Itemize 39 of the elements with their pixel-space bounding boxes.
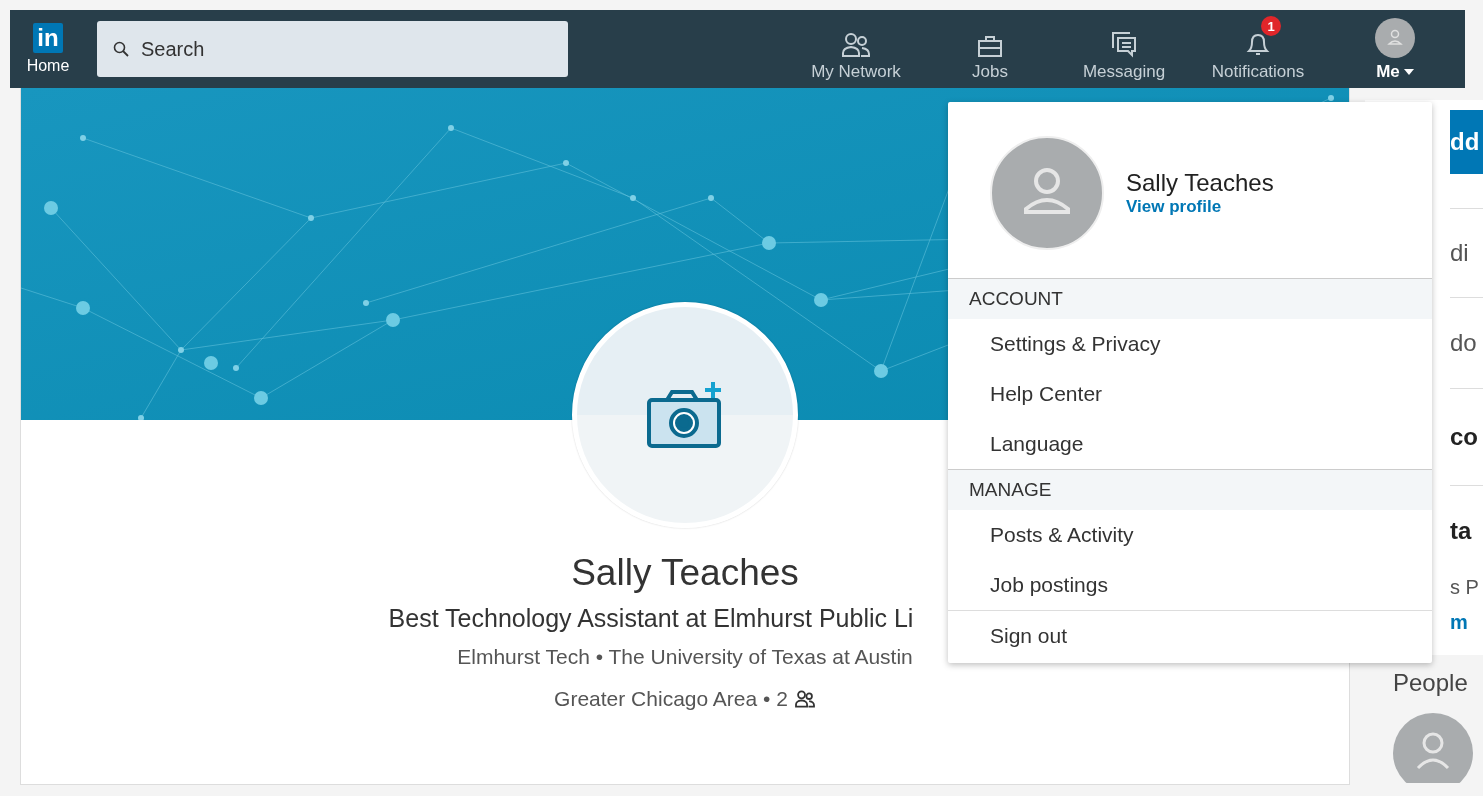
caret-icon (1403, 69, 1414, 75)
chat-icon (1110, 30, 1138, 58)
nav-item[interactable]: Me (1325, 16, 1465, 82)
menu-item[interactable]: Posts & Activity (948, 510, 1432, 560)
profile-name: Sally Teaches (571, 552, 799, 594)
avatar-icon (1393, 713, 1473, 783)
menu-item[interactable]: Job postings (948, 560, 1432, 610)
side-title: ta (1450, 485, 1483, 576)
home-link[interactable]: Home (26, 57, 70, 75)
nav-item[interactable]: Messaging (1057, 16, 1191, 82)
connections-icon[interactable] (793, 690, 816, 708)
user-name: Sally Teaches (1126, 169, 1274, 197)
profile-education: Elmhurst Tech • The University of Texas at Austin (457, 645, 913, 669)
menu-item[interactable]: Settings & Privacy (948, 319, 1432, 369)
people-icon (841, 32, 871, 58)
nav-item[interactable]: Jobs (923, 16, 1057, 82)
section-header: ACCOUNT (948, 278, 1432, 319)
avatar-icon (990, 136, 1104, 250)
view-profile-link[interactable]: View profile (1126, 197, 1222, 216)
profile-headline: Best Technology Assistant at Elmhurst Public Li (388, 604, 915, 633)
sign-out-item[interactable]: Sign out (948, 610, 1432, 661)
side-button[interactable]: dd (1450, 110, 1483, 174)
side-heading: People (1393, 669, 1469, 697)
logo-icon[interactable]: in (33, 23, 63, 53)
menu-item[interactable]: Language (948, 419, 1432, 469)
side-link[interactable]: di (1450, 208, 1483, 297)
side-text: s P (1450, 576, 1480, 599)
side-link[interactable]: do (1450, 297, 1483, 388)
notification-badge: 1 (1261, 16, 1281, 36)
nav-item[interactable]: 1 Notifications (1191, 16, 1325, 82)
briefcase-icon (977, 34, 1003, 58)
side-title: co (1450, 388, 1483, 485)
profile-location: Greater Chicago Area • 2 (554, 687, 788, 711)
menu-item[interactable]: Help Center (948, 369, 1432, 419)
section-header: MANAGE (948, 469, 1432, 510)
side-link[interactable]: m (1450, 611, 1483, 634)
avatar-icon (1375, 18, 1415, 58)
search-field[interactable]: Search (97, 21, 568, 77)
nav-item[interactable]: My Network (789, 16, 923, 82)
